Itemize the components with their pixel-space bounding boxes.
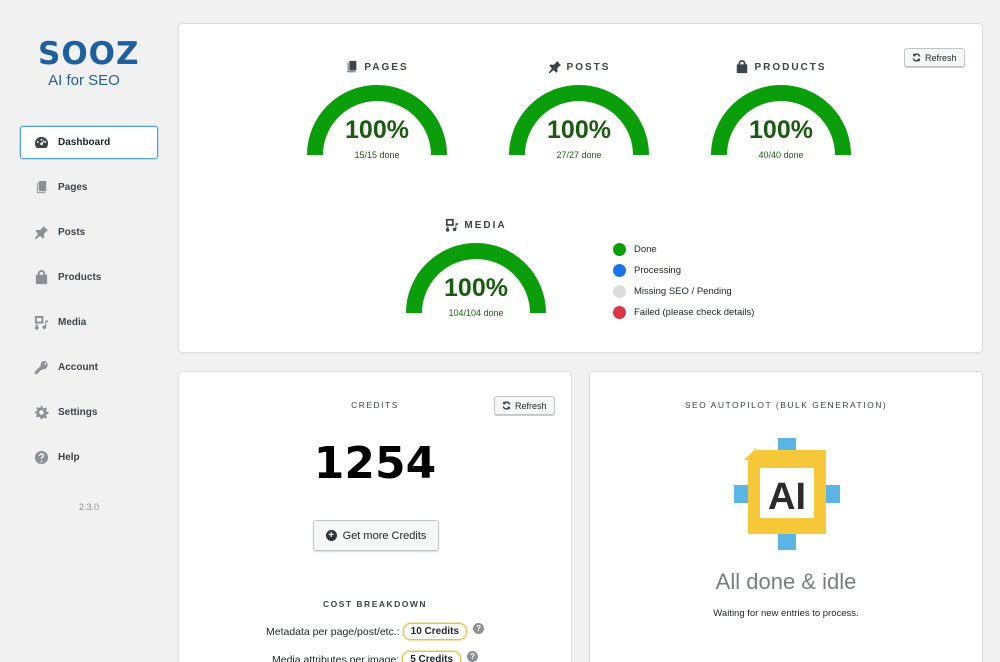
- sidebar-item-media[interactable]: Media: [20, 306, 158, 339]
- legend-item-pending: Missing SEO / Pending: [613, 281, 754, 302]
- credits-balance: 1254: [313, 438, 437, 489]
- sidebar-item-label: Account: [58, 362, 98, 373]
- refresh-label: Refresh: [925, 52, 957, 63]
- gauge-header: MEDIA: [401, 217, 551, 233]
- gauge-count: 104/104 done: [448, 308, 504, 318]
- cost-breakdown-title: COST BREAKDOWN: [322, 599, 428, 609]
- pin-icon: [548, 60, 561, 74]
- media-icon: [446, 218, 459, 232]
- cost-row-media: Media attributes per image: 5 Credits ?: [179, 651, 571, 662]
- cost-label: Media attributes per image:: [271, 653, 400, 662]
- sidebar-item-label: Media: [58, 317, 87, 328]
- gauge-percent: 100%: [444, 274, 508, 302]
- key-icon: [33, 360, 49, 376]
- status-refresh-button[interactable]: Refresh: [904, 48, 965, 67]
- legend-label: Done: [634, 244, 657, 255]
- sidebar-item-label: Posts: [58, 227, 86, 238]
- pages-icon: [33, 180, 49, 196]
- legend-dot: [613, 264, 626, 277]
- gauge-title: POSTS: [566, 61, 611, 73]
- legend-label: Failed (please check details): [634, 307, 755, 318]
- legend-label: Processing: [634, 265, 681, 276]
- legend-item-failed: Failed (please check details): [613, 302, 754, 323]
- legend-label: Missing SEO / Pending: [634, 286, 732, 297]
- pages-icon: [347, 60, 357, 73]
- cost-badge: 10 Credits: [402, 623, 468, 640]
- legend-item-processing: Processing: [613, 260, 754, 281]
- sidebar-item-label: Dashboard: [58, 137, 111, 148]
- ai-logo-text: AI: [768, 476, 806, 518]
- gauge-header: PAGES: [302, 59, 452, 75]
- gauge-media: MEDIA 100% 104/104 done: [401, 217, 551, 318]
- sidebar-nav: Dashboard Pages Posts Products Media Acc…: [20, 126, 158, 486]
- refresh-icon: [502, 401, 511, 410]
- legend-dot: [613, 306, 626, 319]
- credits-card: CREDITS Refresh 1254 + Get more Credits …: [178, 371, 572, 662]
- autopilot-status: All done & idle: [715, 569, 857, 594]
- refresh-label: Refresh: [515, 400, 547, 411]
- sidebar-item-label: Settings: [58, 407, 98, 418]
- legend-dot: [613, 243, 626, 256]
- legend-dot: [613, 285, 626, 298]
- sidebar-item-help[interactable]: Help: [20, 441, 158, 474]
- help-icon: [33, 450, 49, 466]
- logo-mark: SOOZ: [38, 36, 140, 72]
- sidebar-item-account[interactable]: Account: [20, 351, 158, 384]
- sidebar-item-label: Pages: [58, 182, 88, 193]
- cost-badge: 5 Credits: [402, 651, 462, 662]
- gauge-count: 40/40 done: [758, 150, 804, 160]
- gauge-count: 27/27 done: [556, 150, 602, 160]
- gauge-title: PAGES: [364, 61, 409, 73]
- gauge-count: 15/15 done: [354, 150, 400, 160]
- gauge-pages: PAGES 100% 15/15 done: [302, 59, 452, 160]
- sidebar-item-label: Products: [58, 272, 102, 283]
- pin-icon: [33, 225, 49, 241]
- sidebar-item-pages[interactable]: Pages: [20, 171, 158, 204]
- gauge-posts: POSTS 100% 27/27 done: [504, 59, 654, 160]
- logo-tagline: AI for SEO: [48, 72, 120, 89]
- help-icon[interactable]: ?: [467, 651, 479, 662]
- credits-refresh-button[interactable]: Refresh: [494, 396, 555, 415]
- get-more-credits-button[interactable]: + Get more Credits: [313, 520, 439, 551]
- cost-label: Metadata per page/post/etc.:: [265, 625, 400, 638]
- refresh-icon: [912, 53, 921, 62]
- ai-chip-icon: AI: [734, 438, 840, 550]
- media-icon: [33, 315, 49, 331]
- gauge-products: PRODUCTS 100% 40/40 done: [706, 59, 856, 160]
- gauge-percent: 100%: [547, 116, 611, 144]
- cost-row-metadata: Metadata per page/post/etc.: 10 Credits …: [179, 623, 571, 640]
- status-card: Refresh PAGES 100% 15/15 done POSTS 100%…: [178, 23, 983, 353]
- gear-icon: [33, 405, 49, 421]
- legend-item-done: Done: [613, 239, 754, 260]
- gauge-title: PRODUCTS: [754, 61, 827, 73]
- autopilot-status-sub: Waiting for new entries to process.: [713, 608, 859, 619]
- sidebar-item-products[interactable]: Products: [20, 261, 158, 294]
- sidebar: SOOZ AI for SEO Dashboard Pages Posts Pr…: [0, 0, 178, 662]
- autopilot-title: SEO AUTOPILOT (BULK GENERATION): [684, 400, 888, 410]
- dashboard-icon: [33, 135, 49, 151]
- gauge-percent: 100%: [749, 116, 813, 144]
- sidebar-item-label: Help: [58, 452, 80, 463]
- gauge-title: MEDIA: [464, 219, 507, 231]
- autopilot-card: SEO AUTOPILOT (BULK GENERATION) AI All d…: [589, 371, 983, 662]
- sidebar-item-settings[interactable]: Settings: [20, 396, 158, 429]
- version-label: 2.3.0: [78, 502, 100, 512]
- gauge-header: PRODUCTS: [706, 59, 856, 75]
- get-more-credits-label: Get more Credits: [342, 529, 427, 542]
- bag-icon: [33, 270, 49, 286]
- status-legend: Done Processing Missing SEO / Pending Fa…: [613, 239, 754, 323]
- help-icon[interactable]: ?: [473, 623, 485, 634]
- plus-circle-icon: +: [325, 530, 337, 541]
- gauge-percent: 100%: [345, 116, 409, 144]
- bag-icon: [737, 60, 748, 74]
- sidebar-item-dashboard[interactable]: Dashboard: [20, 126, 158, 159]
- gauge-header: POSTS: [504, 59, 654, 75]
- sidebar-item-posts[interactable]: Posts: [20, 216, 158, 249]
- brand-logo[interactable]: SOOZ AI for SEO: [38, 36, 140, 89]
